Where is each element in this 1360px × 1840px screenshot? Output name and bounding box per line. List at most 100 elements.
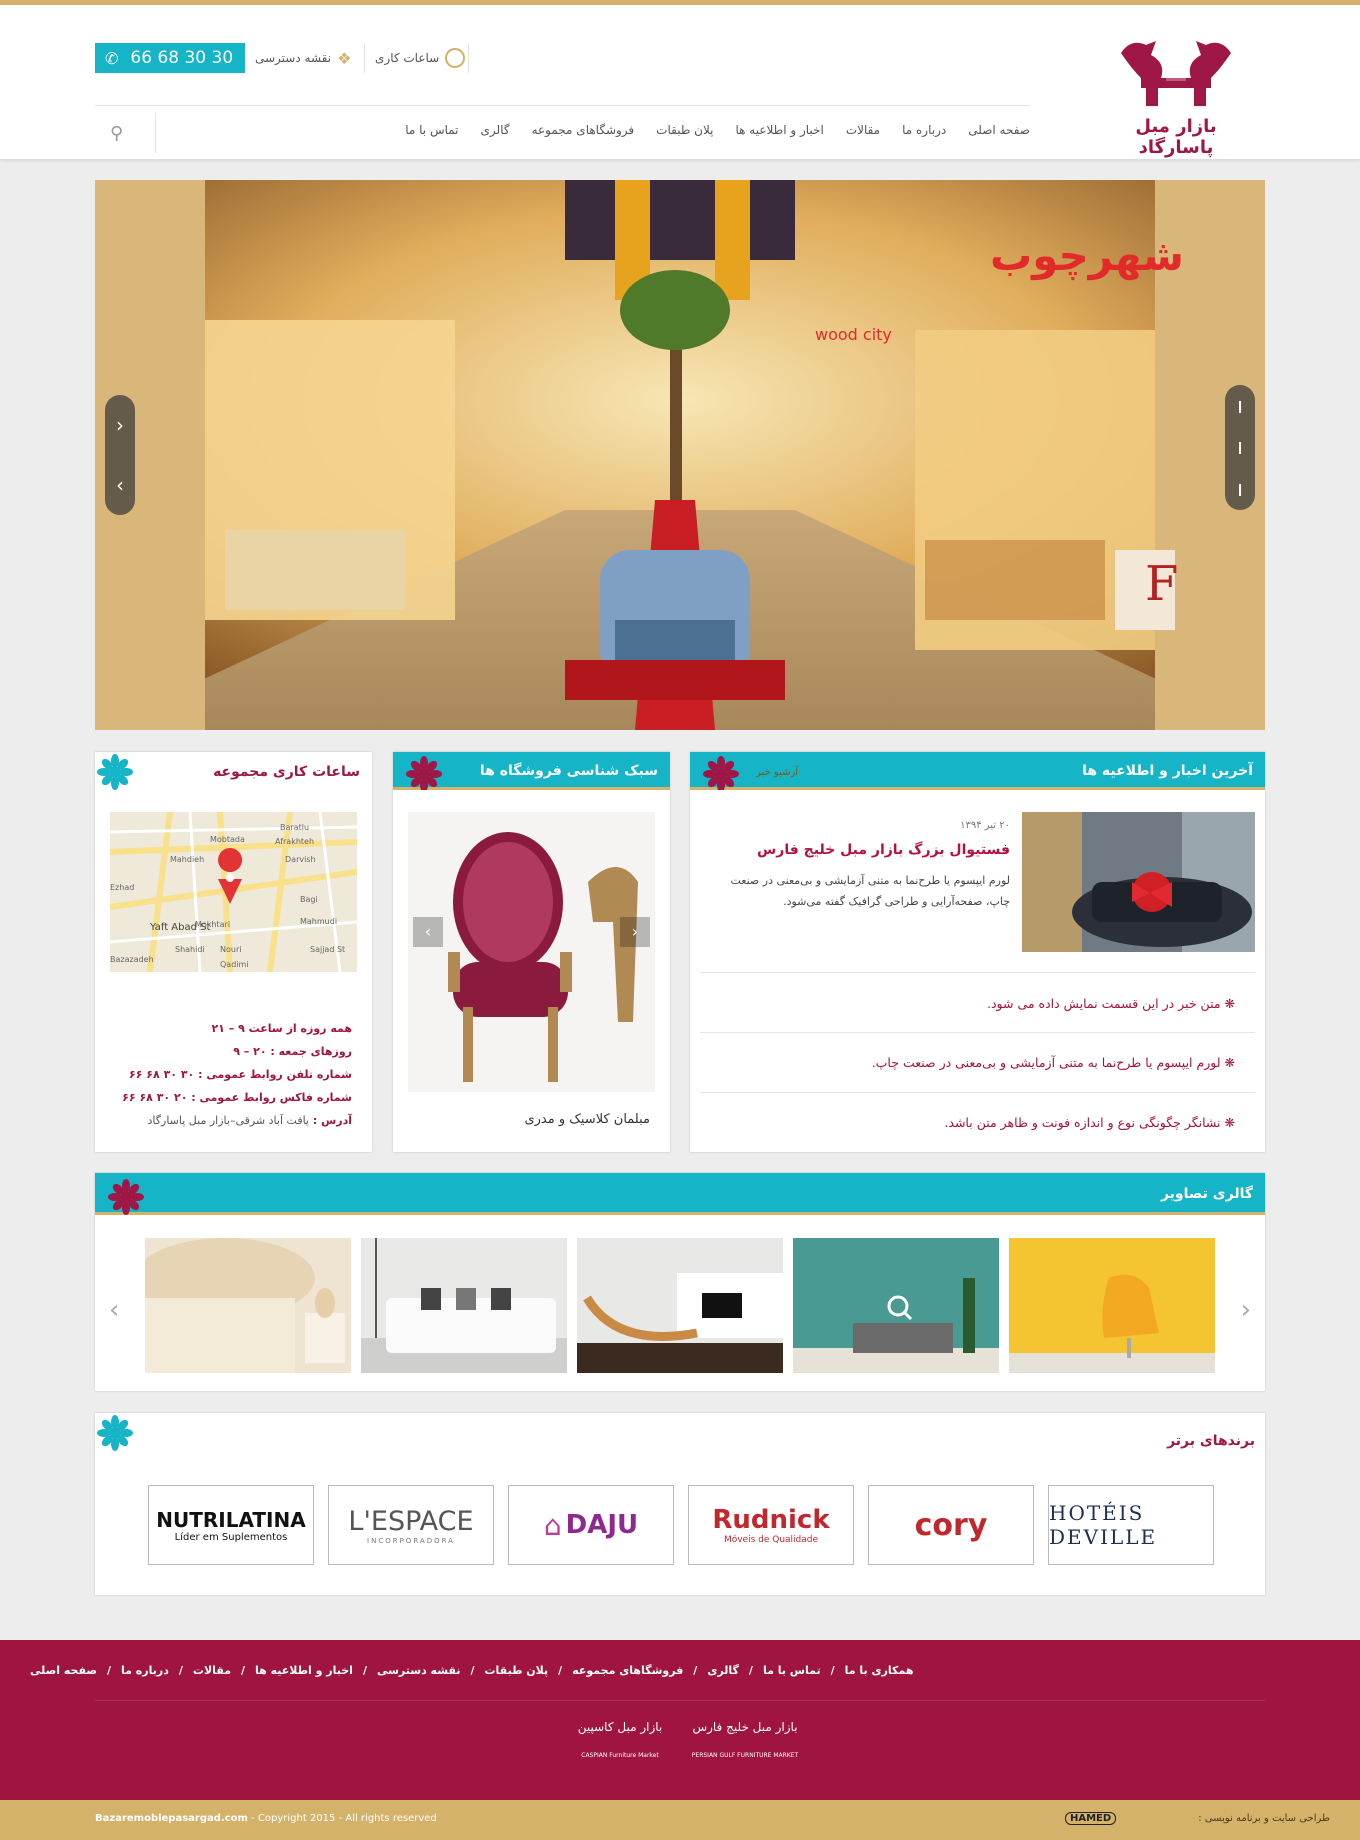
gallery-panel: گالری تصاویر ‹ › [95,1173,1265,1391]
brand-deville[interactable]: HOTÉIS DEVILLE [1048,1485,1214,1565]
pager-bar-icon[interactable]: ❙ [1235,399,1245,413]
map-label: Baratlu [280,823,309,832]
pager-bar-icon[interactable]: ❙ [1235,440,1245,454]
map-label: Nouri [220,945,241,954]
brand-name: L'ESPACE [348,1505,474,1537]
brand-name: HOTÉIS DEVILLE [1049,1501,1158,1549]
bullet-icon: ❋ [1220,1115,1235,1130]
brand-rudnick[interactable]: Rudnick Móveis de Qualidade [688,1485,854,1565]
footer-link[interactable]: صفحه اصلی [30,1664,97,1677]
nav-articles[interactable]: مقالات [846,123,880,137]
gallery-thumb-chair[interactable] [1009,1238,1215,1373]
slider-pager[interactable]: ❙ ❙ ❙ [1225,385,1255,510]
hours-link[interactable]: ساعات کاری [375,45,466,71]
footer-link[interactable]: اخبار و اطلاعیه ها [255,1664,353,1677]
footer-link[interactable]: نقشه دسترسی [377,1664,460,1677]
news-list-item[interactable]: ❋ نشانگر چگونگی نوع و اندازه فونت و ظاهر… [673,1115,1235,1130]
map-link-label: نقشه دسترسی [255,51,332,65]
site-domain[interactable]: Bazaremoblepasargad.com [95,1813,248,1824]
style-panel: سبک شناسی فروشگاه ها ‹ › مبلمان کلاسیک و… [393,752,670,1152]
gallery-prev-icon[interactable]: ‹ [109,1295,119,1325]
nav-news[interactable]: اخبار و اطلاعیه ها [736,123,824,137]
hours-panel: ساعات کاری مجموعه Baratlu Mobtada Afrakh… [95,752,372,1152]
header-divider [364,43,365,73]
site-header: ✆ 66 68 30 30 نقشه دسترسی ❖ ساعات کاری ⚲… [0,5,1360,160]
flower-icon [406,756,442,790]
map-pin-icon: ❖ [337,48,352,68]
news-featured-title[interactable]: فستیوال بزرگ بازار مبل خلیج فارس [757,842,1010,858]
divider [700,972,1255,973]
map-label: Bagi [300,895,318,904]
hours-header: ساعات کاری مجموعه [95,752,372,792]
map-label: Mahmudi [300,917,337,926]
map-label: Ezhad [110,883,134,892]
hours-line: شماره تلفن روابط عمومی : ۳۰ ۳۰ ۶۸ ۶۶ [129,1068,352,1081]
chevron-left-icon[interactable]: ‹ [116,473,124,497]
brand-lespace[interactable]: L'ESPACE INCORPORADORA [328,1485,494,1565]
store-letter: F [1145,556,1178,612]
brands-header: برندهای برتر [95,1413,1265,1453]
map-label: Mahdieh [170,855,204,864]
phone-box[interactable]: ✆ 66 68 30 30 [95,43,245,73]
chevron-right-icon[interactable]: › [620,917,650,947]
gallery-thumb-sofa[interactable] [361,1238,567,1373]
news-list-item[interactable]: ❋ لورم ایپسوم یا طرح‌نما به متنی آزمایشی… [673,1055,1235,1070]
slider-nav-left[interactable]: › ‹ [105,395,135,515]
map-label: Afrakhteh [275,837,314,846]
nav-contact[interactable]: تماس با ما [405,123,458,137]
news-list-item[interactable]: ❋ متن خبر در این قسمت نمایش داده می شود. [673,996,1235,1011]
nav-floor-plan[interactable]: پلان طبقات [656,123,713,137]
partner-logo-caspian[interactable]: بازار مبل کاسپین CASPIAN Furniture Marke… [565,1720,675,1780]
footer-link[interactable]: فروشگاهای مجموعه [572,1664,683,1677]
brand-nutrilatina[interactable]: NUTRILATINA Líder em Suplementos [148,1485,314,1565]
address-value: یافت آباد شرقی–بازار مبل پاسارگاد [147,1114,309,1127]
brand-daju[interactable]: ⌂ DAJU [508,1485,674,1565]
footer-separator: / [178,1664,183,1677]
header-rule [95,105,1030,106]
hero-slider[interactable]: شهرچوب wood city F › ‹ ❙ ❙ ❙ [95,180,1265,730]
brand-tagline: Líder em Suplementos [174,1531,288,1543]
map-link[interactable]: نقشه دسترسی ❖ [255,45,351,71]
footer-link[interactable]: گالری [707,1664,739,1677]
flower-icon [97,1415,133,1451]
gallery-thumb-lounge[interactable] [577,1238,783,1373]
footer-link[interactable]: تماس با ما [763,1664,821,1677]
store-sign-2: wood city [815,325,892,344]
map-label: Darvish [285,855,316,864]
pager-bar-icon[interactable]: ❙ [1235,482,1245,496]
site-logo[interactable]: بازار مبل پاسارگاد [1106,33,1246,158]
news-archive-link[interactable]: آرشیو خبر [756,767,798,778]
gallery-next-icon[interactable]: › [1241,1295,1251,1325]
search-icon[interactable]: ⚲ [110,123,123,144]
location-map[interactable]: Baratlu Mobtada Afrakhteh Mahdieh Darvis… [110,812,357,972]
nav-home[interactable]: صفحه اصلی [968,123,1030,137]
footer-link[interactable]: درباره ما [121,1664,169,1677]
gallery-thumb-living[interactable] [793,1238,999,1373]
footer-link[interactable]: همکاری با ما [845,1664,914,1677]
brand-cory[interactable]: cory [868,1485,1034,1565]
nav-gallery[interactable]: گالری [481,123,510,137]
address-label: آدرس : [312,1114,352,1127]
style-header: سبک شناسی فروشگاه ها [393,752,670,790]
divider [700,1032,1255,1033]
map-label: Bazazadeh [110,955,154,964]
gallery-thumb-bedroom[interactable] [145,1238,351,1373]
news-panel: آخرین اخبار و اطلاعیه ها آرشیو خبر ۲۰ تی… [690,752,1265,1152]
partner-logo-title: بازار مبل خلیج فارس [692,1720,798,1734]
footer-link[interactable]: پلان طبقات [485,1664,549,1677]
footer-link[interactable]: مقالات [193,1664,231,1677]
chevron-left-icon[interactable]: ‹ [413,917,443,947]
house-icon: ⌂ [543,1508,562,1542]
brands-title: برندهای برتر [1167,1433,1255,1449]
clock-icon [445,48,466,68]
designer-logo[interactable]: HAMED [1065,1812,1117,1825]
nav-about[interactable]: درباره ما [902,123,946,137]
news-title: آخرین اخبار و اطلاعیه ها [1082,763,1253,779]
phone-icon: ✆ [105,48,119,68]
partner-logo-persian-gulf[interactable]: بازار مبل خلیج فارس PERSIAN GULF FURNITU… [690,1720,800,1780]
news-featured-image[interactable] [1022,812,1255,952]
style-chair-image[interactable]: ‹ › [408,812,655,1092]
chevron-right-icon[interactable]: › [116,413,124,437]
nav-stores[interactable]: فروشگاهای مجموعه [532,123,635,137]
store-sign: شهرچوب [990,231,1184,281]
